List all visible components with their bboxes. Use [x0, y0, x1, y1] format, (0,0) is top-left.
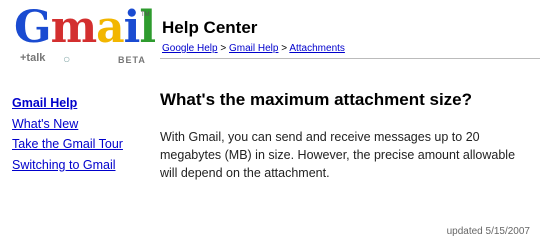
- breadcrumb-separator: >: [220, 43, 227, 54]
- logo-letter-g: G: [14, 2, 52, 53]
- page-title: Help Center: [162, 18, 258, 37]
- logo-letter-m: m: [50, 2, 98, 53]
- breadcrumb-attachments[interactable]: Attachments: [289, 43, 345, 54]
- logo-letter-i: i: [123, 2, 141, 53]
- talk-label: +talk: [20, 52, 46, 64]
- trademark-mark: TM: [141, 12, 150, 18]
- updated-date: updated 5/15/2007: [446, 226, 530, 237]
- article-heading: What's the maximum attachment size?: [160, 90, 473, 109]
- gmail-logo[interactable]: Gmail TM +talk ○ BETA: [14, 2, 156, 68]
- header-divider: [160, 58, 540, 59]
- sidebar-item-gmail-tour[interactable]: Take the Gmail Tour: [12, 134, 123, 155]
- gmail-wordmark: Gmail: [14, 2, 156, 53]
- beta-label: BETA: [118, 55, 146, 65]
- logo-letter-a: a: [96, 2, 124, 53]
- breadcrumb-google-help[interactable]: Google Help: [162, 43, 218, 54]
- sidebar-item-whats-new[interactable]: What's New: [12, 114, 123, 135]
- sidebar-item-switching[interactable]: Switching to Gmail: [12, 155, 123, 176]
- chat-bubble-icon: ○: [63, 52, 71, 66]
- sidebar-item-gmail-help[interactable]: Gmail Help: [12, 93, 123, 114]
- breadcrumb-gmail-help[interactable]: Gmail Help: [229, 43, 278, 54]
- breadcrumb-separator: >: [281, 43, 288, 54]
- article-body: With Gmail, you can send and receive mes…: [160, 130, 516, 180]
- breadcrumb: Google Help > Gmail Help > Attachments: [162, 43, 345, 54]
- sidebar-nav: Gmail Help What's New Take the Gmail Tou…: [12, 93, 123, 175]
